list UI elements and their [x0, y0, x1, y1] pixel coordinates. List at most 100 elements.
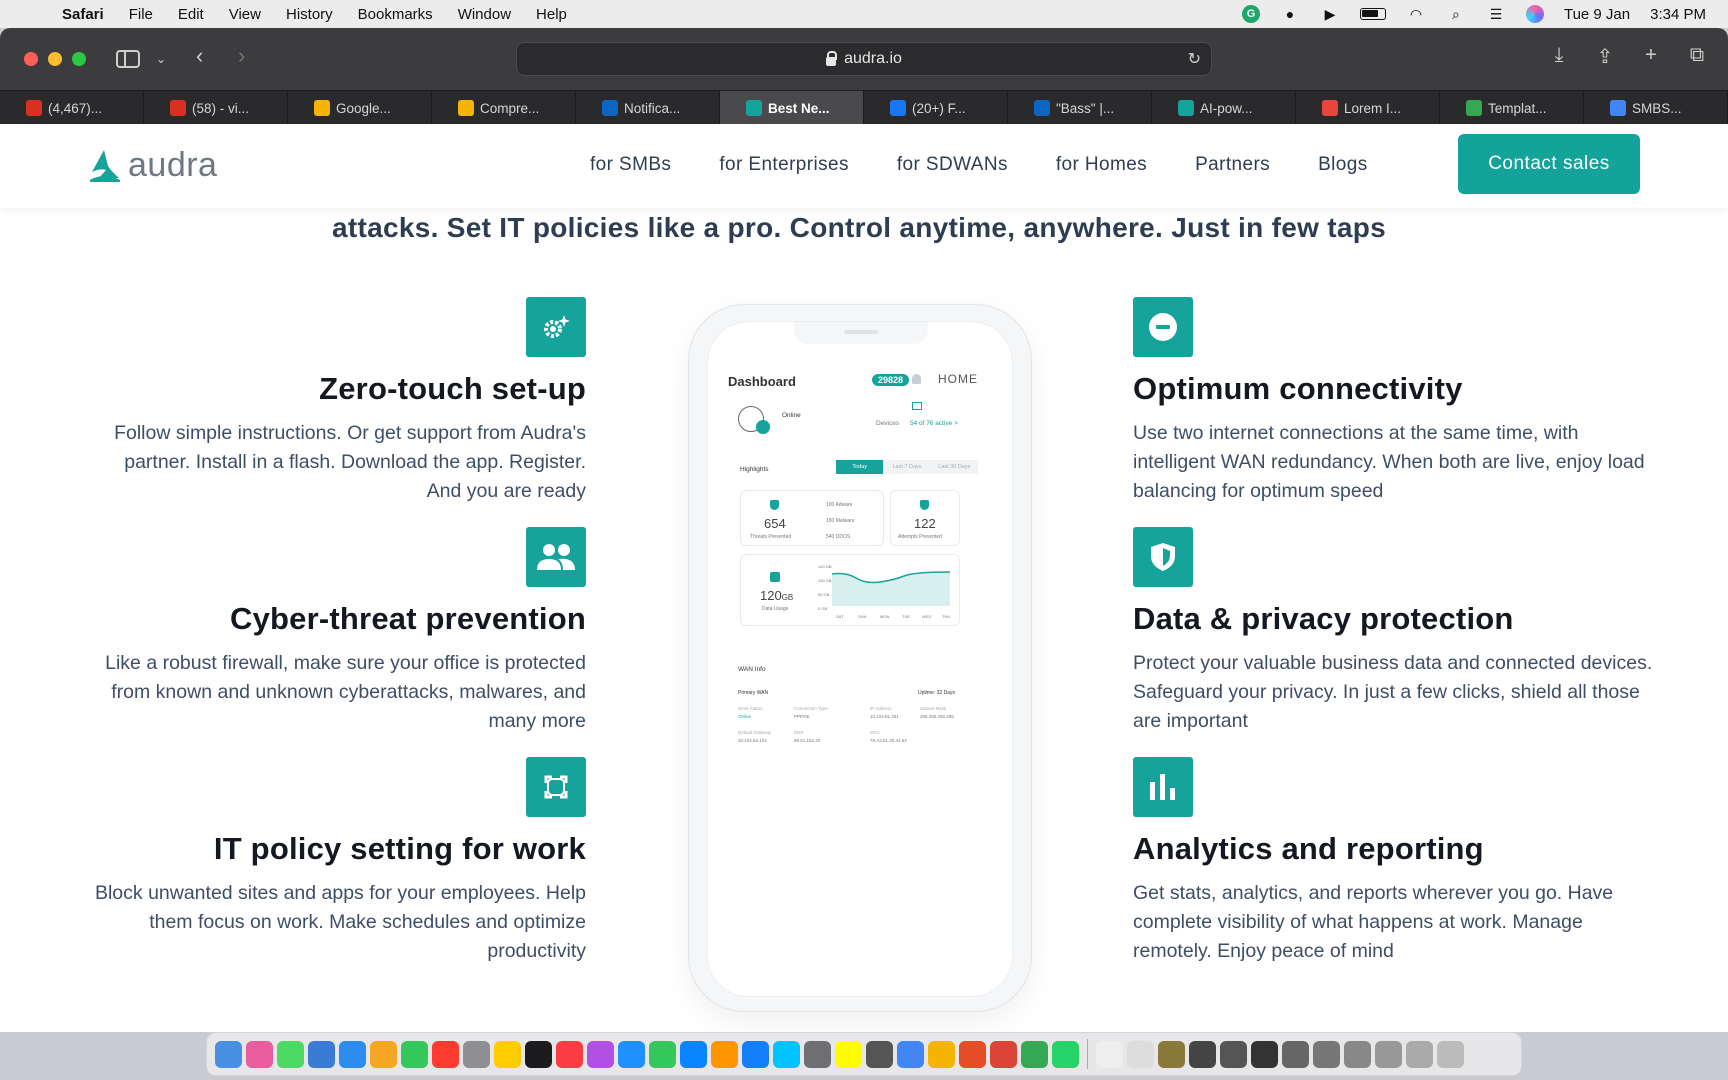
- dock-app-icon[interactable]: [618, 1040, 645, 1068]
- nav-sdwans[interactable]: for SDWANs: [897, 154, 1008, 176]
- browser-tab[interactable]: (20+) F...: [864, 91, 1008, 125]
- new-tab-icon[interactable]: +: [1640, 44, 1662, 69]
- shield-icon: [770, 500, 779, 510]
- dock-app-icon[interactable]: [990, 1040, 1017, 1068]
- dock-app-icon[interactable]: [897, 1040, 924, 1068]
- downloads-icon[interactable]: ⤓: [1548, 44, 1570, 69]
- dock-app-icon[interactable]: [773, 1040, 800, 1068]
- dock-app-icon[interactable]: [1251, 1040, 1278, 1068]
- dns-label: DNS: [794, 730, 804, 735]
- dock-app-icon[interactable]: [1282, 1040, 1309, 1068]
- menu-edit[interactable]: Edit: [178, 6, 204, 23]
- reload-icon[interactable]: ↻: [1188, 49, 1201, 69]
- usage-number: 120GB: [760, 588, 793, 603]
- forward-arrow-icon[interactable]: ›: [238, 43, 245, 69]
- dock-app-icon[interactable]: [1189, 1040, 1216, 1068]
- minimize-window-button[interactable]: [48, 52, 62, 66]
- browser-tab[interactable]: Templat...: [1440, 91, 1584, 125]
- menu-app-safari[interactable]: Safari: [62, 6, 104, 23]
- browser-tab[interactable]: (58) - vi...: [144, 91, 288, 125]
- dock-app-icon[interactable]: [246, 1040, 273, 1068]
- browser-tab[interactable]: Notifica...: [576, 91, 720, 125]
- nav-enterprises[interactable]: for Enterprises: [719, 154, 849, 176]
- dock-app-icon[interactable]: [1344, 1040, 1371, 1068]
- dock-app-icon[interactable]: [587, 1040, 614, 1068]
- dock-app-icon[interactable]: [959, 1040, 986, 1068]
- dock-app-icon[interactable]: [680, 1040, 707, 1068]
- share-icon[interactable]: ⇪: [1594, 44, 1616, 69]
- dock-app-icon[interactable]: [1375, 1040, 1402, 1068]
- browser-tab[interactable]: Best Ne...: [720, 91, 864, 125]
- search-icon[interactable]: ⌕: [1446, 6, 1466, 22]
- dock-app-icon[interactable]: [835, 1040, 862, 1068]
- zoom-window-button[interactable]: [72, 52, 86, 66]
- dock-app-icon[interactable]: [215, 1040, 242, 1068]
- favicon-icon: [746, 100, 762, 116]
- browser-tab[interactable]: (4,467)...: [0, 91, 144, 125]
- dock-app-icon[interactable]: [1313, 1040, 1340, 1068]
- contact-sales-button[interactable]: Contact sales: [1458, 134, 1640, 194]
- tab-overview-icon[interactable]: ⧉: [1686, 44, 1708, 69]
- nav-smbs[interactable]: for SMBs: [590, 154, 671, 176]
- menu-bookmarks[interactable]: Bookmarks: [358, 6, 433, 23]
- nav-homes[interactable]: for Homes: [1056, 154, 1147, 176]
- dock-app-icon[interactable]: [1127, 1040, 1154, 1068]
- bell-icon: [912, 374, 921, 384]
- dock-app-icon[interactable]: [556, 1040, 583, 1068]
- dock-app-icon[interactable]: [525, 1040, 552, 1068]
- menu-history[interactable]: History: [286, 6, 333, 23]
- browser-tab[interactable]: Compre...: [432, 91, 576, 125]
- menu-help[interactable]: Help: [536, 6, 567, 23]
- battery-icon[interactable]: [1359, 8, 1386, 20]
- dock-app-icon[interactable]: [1220, 1040, 1247, 1068]
- menubar-time[interactable]: 3:34 PM: [1650, 6, 1706, 23]
- siri-icon[interactable]: [1525, 5, 1544, 23]
- tab-last-7-days[interactable]: Last 7 Days: [883, 460, 930, 474]
- browser-tab[interactable]: "Bass" |...: [1008, 91, 1152, 125]
- browser-tab[interactable]: Google...: [288, 91, 432, 125]
- menu-file[interactable]: File: [129, 6, 153, 23]
- dock-app-icon[interactable]: [1096, 1040, 1123, 1068]
- dock-app-icon[interactable]: [1437, 1040, 1464, 1068]
- wifi-icon[interactable]: ◠: [1406, 6, 1426, 22]
- dock-app-icon[interactable]: [1158, 1040, 1185, 1068]
- dock-app-icon[interactable]: [711, 1040, 738, 1068]
- tab-today[interactable]: Today: [836, 460, 884, 474]
- dock-app-icon[interactable]: [463, 1040, 490, 1068]
- browser-tab[interactable]: AI-pow...: [1152, 91, 1296, 125]
- tab-last-30-days[interactable]: Last 30 Days: [931, 460, 978, 474]
- menubar-date[interactable]: Tue 9 Jan: [1564, 6, 1630, 23]
- dock-app-icon[interactable]: [649, 1040, 676, 1068]
- dock-app-icon[interactable]: [1021, 1040, 1048, 1068]
- dock-app-icon[interactable]: [277, 1040, 304, 1068]
- nav-partners[interactable]: Partners: [1195, 154, 1270, 176]
- window-controls: [24, 52, 86, 66]
- menu-window[interactable]: Window: [458, 6, 511, 23]
- chevron-down-icon[interactable]: ⌄: [156, 52, 166, 66]
- dock-app-icon[interactable]: [928, 1040, 955, 1068]
- sidebar-toggle-icon[interactable]: [116, 50, 140, 68]
- back-arrow-icon[interactable]: ‹: [196, 43, 203, 69]
- dock-app-icon[interactable]: [742, 1040, 769, 1068]
- drop-icon[interactable]: ●: [1280, 6, 1300, 22]
- nav-blogs[interactable]: Blogs: [1318, 154, 1368, 176]
- dock-app-icon[interactable]: [1406, 1040, 1433, 1068]
- dock-app-icon[interactable]: [370, 1040, 397, 1068]
- browser-tab[interactable]: Lorem I...: [1296, 91, 1440, 125]
- close-window-button[interactable]: [24, 52, 38, 66]
- play-circle-icon[interactable]: ▶: [1320, 6, 1340, 22]
- dock-app-icon[interactable]: [804, 1040, 831, 1068]
- dock-app-icon[interactable]: [339, 1040, 366, 1068]
- browser-tab[interactable]: SMBS...: [1584, 91, 1728, 125]
- address-bar[interactable]: audra.io ↻: [516, 42, 1212, 76]
- dock-app-icon[interactable]: [401, 1040, 428, 1068]
- dock-app-icon[interactable]: [494, 1040, 521, 1068]
- dock-app-icon[interactable]: [1052, 1040, 1079, 1068]
- dock-app-icon[interactable]: [432, 1040, 459, 1068]
- audra-logo[interactable]: audra: [86, 146, 217, 185]
- grammarly-icon[interactable]: G: [1241, 5, 1260, 23]
- dock-app-icon[interactable]: [308, 1040, 335, 1068]
- menu-view[interactable]: View: [229, 6, 261, 23]
- control-center-icon[interactable]: ☰: [1486, 6, 1506, 22]
- dock-app-icon[interactable]: [866, 1040, 893, 1068]
